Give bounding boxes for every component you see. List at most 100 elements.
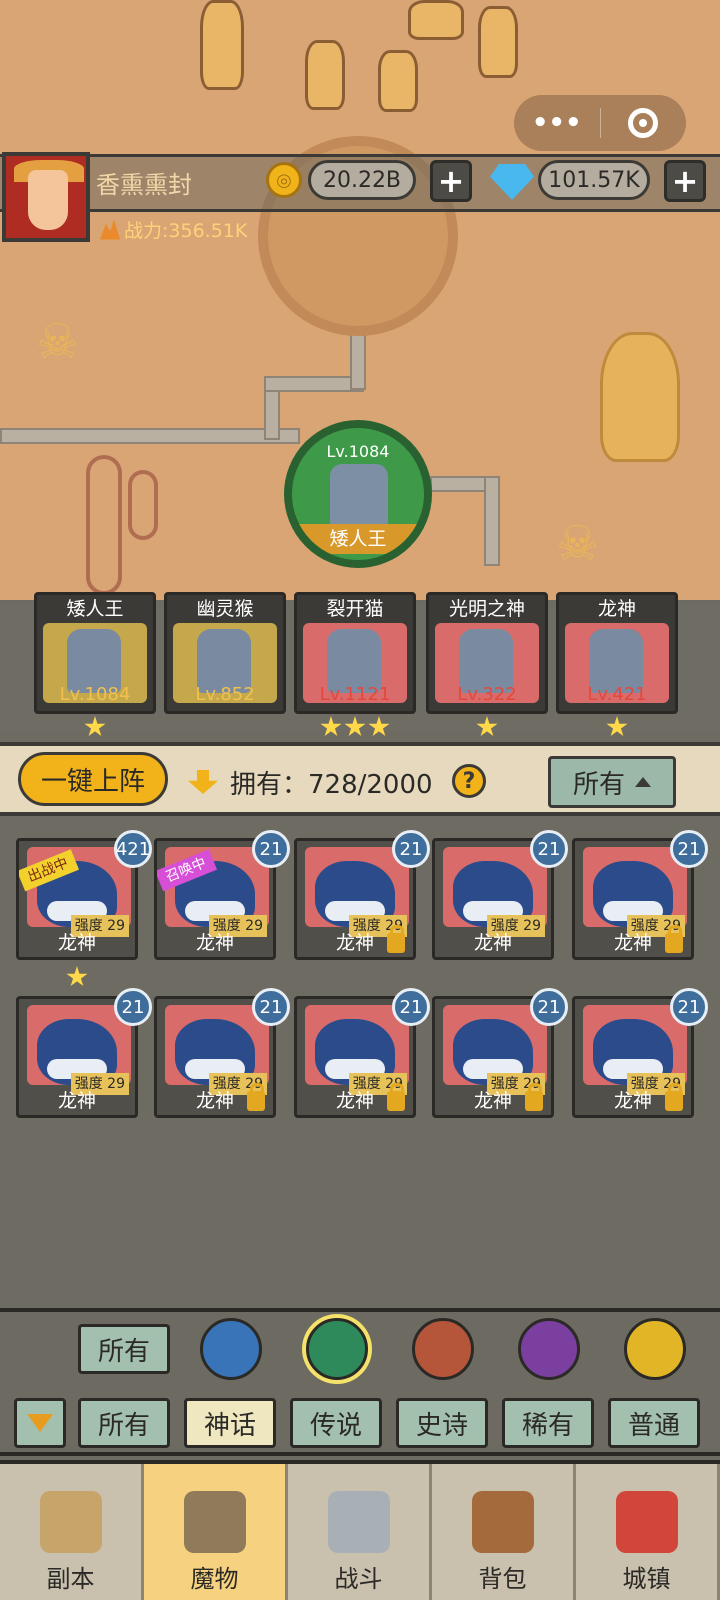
team-monster-name: 矮人王	[66, 598, 124, 620]
star-icon	[368, 716, 390, 737]
monster-name: 龙神	[473, 932, 512, 954]
nav-label: 背包	[478, 1565, 527, 1593]
star-icon	[606, 716, 628, 737]
nav-tab[interactable]: 战斗	[288, 1464, 432, 1600]
team-monster-name: 裂开猫	[326, 598, 384, 620]
map-road	[264, 376, 364, 392]
team-slot[interactable]: 矮人王 Lv.1084	[34, 592, 156, 714]
team-monster-level: Lv.322	[457, 684, 517, 705]
nav-label: 战斗	[334, 1565, 383, 1593]
caret-up-icon	[635, 777, 651, 787]
help-button[interactable]: ?	[452, 764, 486, 798]
power-icon	[100, 219, 120, 240]
team-slot[interactable]: 龙神 Lv.421	[556, 592, 678, 714]
level-badge: 21	[114, 988, 152, 1026]
team-monster-name: 光明之神	[448, 598, 525, 620]
rarity-tab[interactable]: 所有	[78, 1398, 170, 1448]
crystal-rock	[478, 6, 518, 78]
lock-icon	[525, 1083, 543, 1111]
nav-label: 城镇	[622, 1565, 671, 1593]
team-monster-level: Lv.1121	[319, 684, 391, 705]
skull-icon: ☠	[36, 314, 80, 370]
add-gem-button[interactable]: +	[664, 160, 706, 202]
level-badge: 21	[392, 830, 430, 868]
crystal-rock	[378, 50, 418, 112]
node-name: 矮人王	[292, 524, 424, 554]
owned-count: 拥有：728/2000	[230, 770, 433, 800]
team-monster-level: Lv.1084	[59, 684, 131, 705]
map-scroll-icon	[39, 1491, 102, 1553]
level-badge: 21	[252, 830, 290, 868]
monster-name: 龙神	[195, 932, 234, 954]
gold-amount: 20.22B	[308, 160, 416, 200]
shop-awning-icon	[615, 1491, 678, 1553]
auto-deploy-button[interactable]: 一键上阵	[18, 752, 168, 806]
star-icon	[320, 716, 342, 737]
add-gold-button[interactable]: +	[430, 160, 472, 202]
crystal-rock	[408, 0, 464, 40]
red-faction-icon[interactable]	[412, 1318, 474, 1380]
skull-icon: ☠	[556, 516, 600, 572]
rarity-tab[interactable]: 稀有	[502, 1398, 594, 1448]
lock-icon	[387, 1083, 405, 1111]
monster-name: 龙神	[57, 1090, 96, 1112]
crystal-rock	[200, 0, 244, 90]
node-level: Lv.1084	[326, 442, 390, 461]
map-road	[484, 476, 500, 566]
cactus	[128, 470, 158, 540]
star-icon	[344, 716, 366, 737]
lock-icon	[387, 925, 405, 953]
level-badge: 21	[392, 988, 430, 1026]
more-dots-icon[interactable]: •••	[514, 108, 600, 138]
lock-icon	[665, 1083, 683, 1111]
team-slot[interactable]: 光明之神 Lv.322	[426, 592, 548, 714]
level-badge: 421	[114, 830, 152, 868]
gold-faction-icon[interactable]	[624, 1318, 686, 1380]
crossed-swords-icon	[327, 1491, 390, 1553]
lock-icon	[247, 1083, 265, 1111]
blue-faction-icon[interactable]	[200, 1318, 262, 1380]
crystal-rock	[305, 40, 345, 110]
star-rating	[294, 716, 416, 738]
star-icon	[84, 716, 106, 737]
chevron-down-icon	[27, 1414, 53, 1432]
combat-power: 战力:356.51K	[100, 216, 247, 243]
level-badge: 21	[252, 988, 290, 1026]
rarity-tab[interactable]: 普通	[608, 1398, 700, 1448]
star-rating	[34, 716, 156, 738]
nav-tab[interactable]: 城镇	[576, 1464, 720, 1600]
nav-tab[interactable]: 魔物	[144, 1464, 288, 1600]
collapse-button[interactable]	[14, 1398, 66, 1448]
rarity-tab[interactable]: 神话	[184, 1398, 276, 1448]
game-screen: ☠ ☠ ••• 香熏熏封 战力:356.51K ◎ 20.22B + 101.5…	[0, 0, 720, 1600]
level-badge: 21	[530, 830, 568, 868]
green-faction-icon[interactable]	[306, 1318, 368, 1380]
sort-filter-dropdown[interactable]: 所有	[548, 756, 676, 808]
combat-power-text: 战力:356.51K	[124, 220, 248, 242]
player-name: 香熏熏封	[96, 171, 192, 199]
mini-program-capsule: •••	[514, 95, 686, 151]
target-ring-icon[interactable]	[601, 108, 687, 138]
avatar[interactable]	[2, 152, 90, 242]
cactus	[86, 455, 122, 595]
nav-tab[interactable]: 副本	[0, 1464, 144, 1600]
avatar-face	[28, 170, 68, 230]
rarity-tab[interactable]: 传说	[290, 1398, 382, 1448]
backpack-icon	[471, 1491, 534, 1553]
dwarf-king-portrait	[330, 464, 388, 532]
level-badge: 21	[530, 988, 568, 1026]
star-icon	[476, 716, 498, 737]
lock-icon	[665, 925, 683, 953]
map-stage-node[interactable]: Lv.1084 矮人王	[284, 420, 432, 568]
team-slot[interactable]: 幽灵猴 Lv.852	[164, 592, 286, 714]
gold-coin-icon: ◎	[266, 162, 302, 198]
cat-statue	[600, 332, 680, 462]
faction-all-button[interactable]: 所有	[78, 1324, 170, 1374]
team-monster-level: Lv.852	[195, 684, 255, 705]
rarity-tab[interactable]: 史诗	[396, 1398, 488, 1448]
nav-label: 副本	[46, 1565, 95, 1593]
nav-tab[interactable]: 背包	[432, 1464, 576, 1600]
team-slot[interactable]: 裂开猫 Lv.1121	[294, 592, 416, 714]
purple-faction-icon[interactable]	[518, 1318, 580, 1380]
monster-name: 龙神	[57, 932, 96, 954]
